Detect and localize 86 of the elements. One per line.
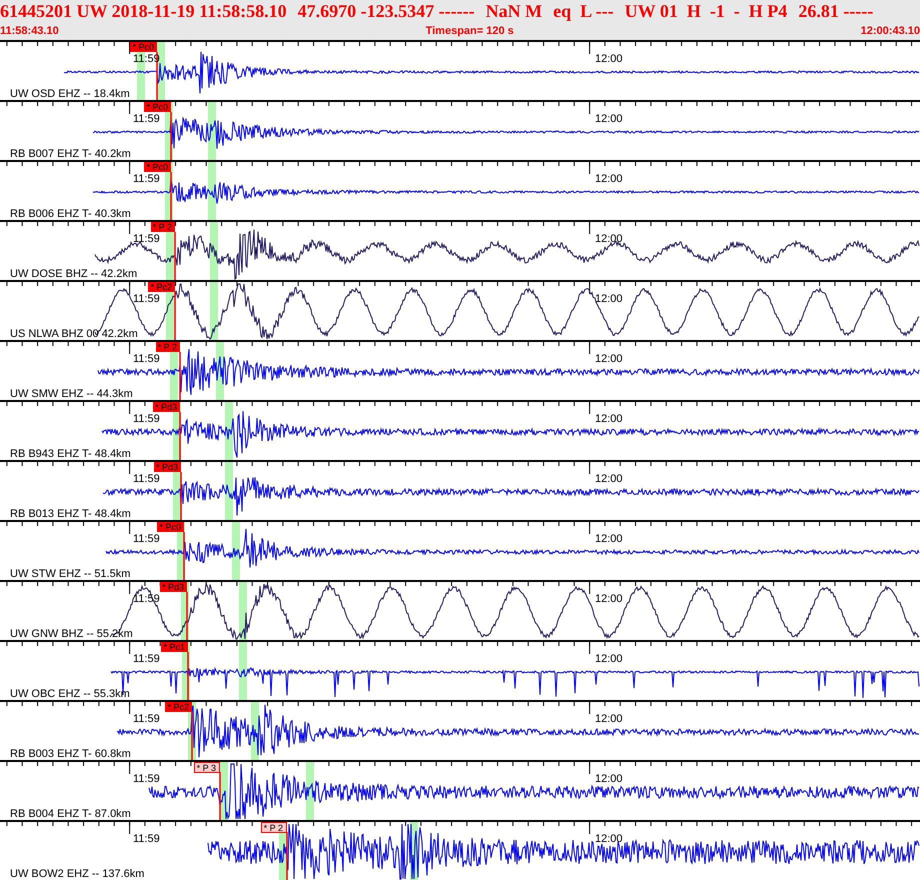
time-label: 11:59 bbox=[133, 173, 160, 185]
end-time: 12:00:43.10 bbox=[860, 24, 920, 39]
time-label: 11:59 bbox=[133, 413, 160, 425]
station-label: RB B004 EHZ T- 87.0km bbox=[10, 808, 131, 820]
phase-marker bbox=[232, 522, 240, 580]
time-label: 11:59 bbox=[133, 233, 160, 245]
time-label: 12:00 bbox=[595, 53, 623, 65]
pick-flag[interactable]: * P 2 bbox=[156, 342, 180, 352]
time-label: 12:00 bbox=[595, 833, 623, 845]
station-label: RB B943 EHZ T- 48.4km bbox=[10, 448, 131, 460]
phase-marker bbox=[225, 462, 233, 520]
phase-marker bbox=[210, 222, 218, 280]
time-label: 11:59 bbox=[133, 713, 160, 725]
pick-line bbox=[174, 232, 176, 280]
phase-marker bbox=[306, 762, 314, 820]
event-summary-text: UW 01 H -1 - H P4 bbox=[624, 0, 788, 23]
pick-flag[interactable]: * Pd3 bbox=[154, 462, 181, 472]
pick-flag[interactable]: * Pc0 bbox=[144, 162, 171, 172]
pick-flag[interactable]: * Pc0 bbox=[157, 522, 184, 532]
phase-marker bbox=[208, 102, 216, 160]
time-label: 11:59 bbox=[133, 473, 160, 485]
pick-line bbox=[179, 412, 181, 460]
pick-line bbox=[174, 292, 176, 340]
time-label: 12:00 bbox=[595, 413, 623, 425]
event-summary-text: 61445201 UW 2018-11-19 11:58:58.10 bbox=[0, 0, 287, 23]
pick-flag[interactable]: * Pc0 bbox=[144, 102, 171, 112]
time-label: 11:59 bbox=[133, 773, 160, 785]
phase-marker bbox=[210, 282, 218, 340]
pick-flag[interactable]: * Pc2 bbox=[148, 282, 175, 292]
time-label: 12:00 bbox=[595, 353, 623, 365]
time-label: 12:00 bbox=[595, 293, 623, 305]
pick-line bbox=[191, 712, 193, 760]
pick-line bbox=[219, 772, 221, 820]
station-label: UW SMW EHZ -- 44.3km bbox=[10, 388, 133, 400]
pick-line bbox=[156, 52, 158, 100]
time-label: 12:00 bbox=[595, 473, 623, 485]
time-label: 12:00 bbox=[595, 533, 623, 545]
time-label: 12:00 bbox=[595, 653, 623, 665]
station-label: UW OSD EHZ -- 18.4km bbox=[10, 88, 130, 100]
station-label: RB B006 EHZ T- 40.3km bbox=[10, 208, 131, 220]
pick-flag[interactable]: * Pd3 bbox=[160, 582, 187, 592]
time-label: 12:00 bbox=[595, 713, 623, 725]
pick-line bbox=[170, 112, 172, 160]
time-label: 11:59 bbox=[133, 293, 160, 305]
event-summary-text: 26.81 ----- bbox=[798, 0, 874, 23]
pick-line bbox=[180, 472, 182, 520]
time-label: 12:00 bbox=[595, 593, 623, 605]
event-summary-text: 47.6970 -123.5347 ------ bbox=[298, 0, 475, 23]
pick-flag[interactable]: * Pc2 bbox=[165, 702, 192, 712]
time-label: 12:00 bbox=[595, 113, 623, 125]
time-label: 11:59 bbox=[133, 353, 160, 365]
time-label: 11:59 bbox=[133, 833, 160, 845]
pick-flag[interactable]: * P 2 bbox=[260, 822, 287, 833]
pick-line bbox=[186, 592, 188, 640]
start-time: 11:58:43.10 bbox=[0, 24, 59, 39]
station-label: UW OBC EHZ -- 55.3km bbox=[10, 688, 130, 700]
time-label: 11:59 bbox=[133, 533, 160, 545]
time-label: 12:00 bbox=[595, 233, 623, 245]
pick-line bbox=[170, 172, 172, 220]
pick-flag[interactable]: * P 2 bbox=[150, 222, 175, 232]
event-summary-text: NaN M bbox=[486, 0, 542, 23]
station-label: US NLWA BHZ 00 42.2km bbox=[10, 328, 138, 340]
timespan-text: Timespan= 120 s bbox=[424, 24, 514, 39]
station-label: RB B007 EHZ T- 40.2km bbox=[10, 148, 131, 160]
pick-flag[interactable]: * Pc0 bbox=[130, 42, 157, 52]
time-label: 11:59 bbox=[133, 113, 160, 125]
pick-line bbox=[179, 352, 181, 400]
phase-marker bbox=[225, 402, 233, 460]
station-label: RB B013 EHZ T- 48.4km bbox=[10, 508, 131, 520]
pick-line bbox=[183, 532, 185, 580]
station-label: RB B003 EHZ T- 60.8km bbox=[10, 748, 131, 760]
pick-flag[interactable]: * P 3 bbox=[194, 762, 220, 773]
station-label: UW BOW2 EHZ -- 137.6km bbox=[10, 868, 144, 880]
pick-flag[interactable]: * Pc1 bbox=[161, 642, 188, 652]
phase-marker bbox=[208, 162, 216, 220]
time-label: 12:00 bbox=[595, 173, 623, 185]
station-label: UW STW EHZ -- 51.5km bbox=[10, 568, 130, 580]
pick-flag[interactable]: * Pd3 bbox=[152, 402, 180, 412]
event-summary-text: eq L --- bbox=[553, 0, 614, 23]
station-label: UW DOSE BHZ -- 42.2km bbox=[10, 268, 138, 280]
time-label: 12:00 bbox=[595, 773, 623, 785]
time-label: 11:59 bbox=[133, 653, 160, 665]
phase-marker bbox=[239, 642, 247, 700]
pick-line bbox=[286, 832, 288, 880]
pick-line bbox=[187, 652, 189, 700]
station-label: UW GNW BHZ -- 55.2km bbox=[10, 628, 133, 640]
